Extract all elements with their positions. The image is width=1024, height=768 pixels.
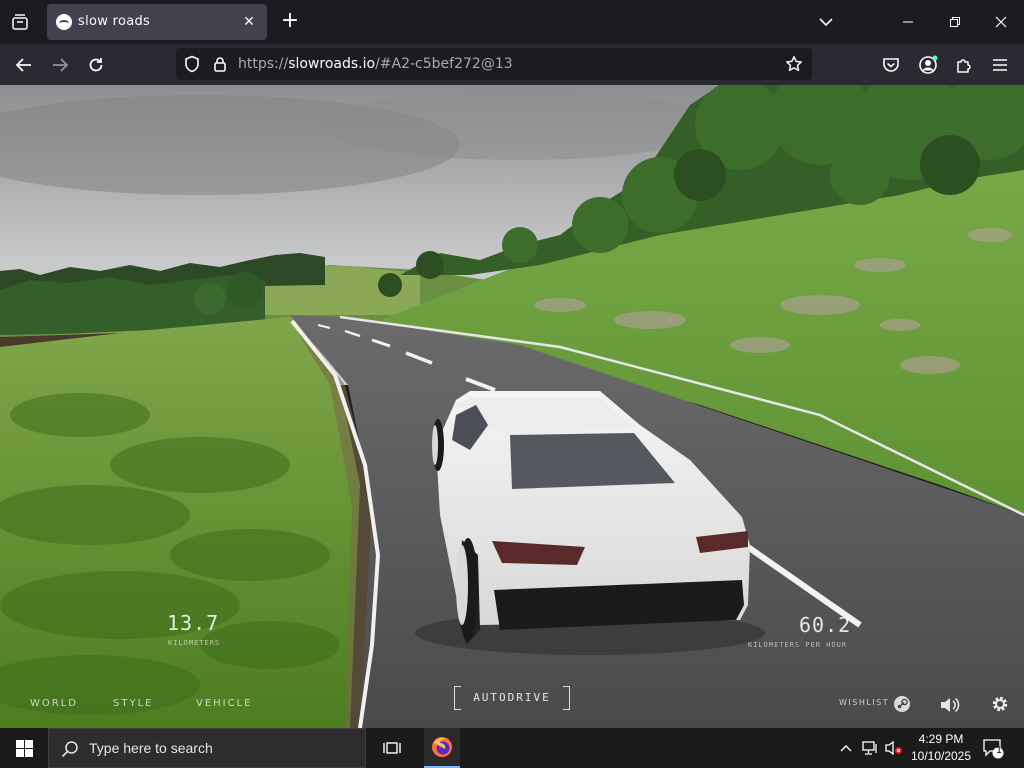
distance-unit: KILOMETERS	[168, 639, 221, 647]
slow-roads-favicon-icon	[56, 14, 72, 30]
list-all-tabs-chevron-down-icon[interactable]	[814, 10, 838, 34]
clock-date: 10/10/2025	[910, 749, 972, 763]
tab-title: slow roads	[78, 14, 151, 29]
url-path: /#A2-c5bef272@13	[375, 56, 513, 72]
menu-world[interactable]: WORLD	[30, 698, 78, 709]
task-view-icon[interactable]	[376, 728, 408, 768]
url-text[interactable]: https://slowroads.io/#A2-c5bef272@13	[238, 56, 513, 72]
clock-time: 4:29 PM	[918, 732, 964, 746]
restore-icon[interactable]	[943, 10, 967, 34]
bookmark-star-icon[interactable]	[784, 54, 804, 74]
new-tab-icon[interactable]: +	[278, 10, 302, 34]
autodrive-button[interactable]: AUTODRIVE	[454, 686, 570, 710]
tab-bar: slow roads ✕ +	[0, 0, 1024, 44]
minimize-icon[interactable]	[896, 10, 920, 34]
windows-start-icon[interactable]	[0, 728, 48, 768]
game-canvas[interactable]: 13.7 KILOMETERS 60.2 KILOMETERS PER HOUR…	[0, 85, 1024, 728]
show-hidden-icons-chevron-up-icon[interactable]	[838, 728, 854, 768]
menu-vehicle[interactable]: VEHICLE	[196, 698, 253, 709]
account-icon[interactable]	[915, 52, 941, 78]
speed-unit: KILOMETERS PER HOUR	[748, 641, 848, 649]
back-arrow-icon[interactable]	[11, 52, 37, 78]
search-placeholder: Type here to search	[89, 740, 213, 756]
driving-scene	[0, 85, 1024, 728]
windows-taskbar: Type here to search 4:29 PM 10/10/2025 1	[0, 728, 1024, 768]
url-scheme: https://	[238, 56, 289, 72]
notifications-icon[interactable]: 1	[980, 728, 1006, 768]
tracking-shield-icon[interactable]	[182, 54, 202, 74]
tab-list-icon[interactable]	[8, 10, 32, 34]
network-icon[interactable]	[861, 728, 881, 768]
url-host: slowroads.io	[288, 56, 376, 72]
close-window-icon[interactable]	[989, 10, 1013, 34]
reload-icon[interactable]	[83, 52, 109, 78]
distance-value: 13.7	[167, 611, 220, 635]
pocket-icon[interactable]	[878, 52, 904, 78]
wishlist-link[interactable]: WISHLIST	[839, 698, 889, 707]
taskbar-search-box[interactable]: Type here to search	[48, 728, 366, 768]
search-icon	[61, 740, 79, 762]
volume-icon[interactable]	[938, 694, 962, 716]
volume-muted-icon[interactable]	[884, 728, 904, 768]
menu-style[interactable]: STYLE	[113, 698, 153, 709]
firefox-taskbar-icon[interactable]	[424, 728, 460, 768]
speed-value: 60.2	[799, 613, 852, 637]
extensions-icon[interactable]	[951, 52, 977, 78]
settings-gear-icon[interactable]	[989, 693, 1011, 715]
notification-count: 1	[996, 745, 1002, 756]
forward-arrow-icon[interactable]	[47, 52, 73, 78]
menu-hamburger-icon[interactable]	[987, 52, 1013, 78]
lock-icon[interactable]	[210, 54, 230, 74]
navigation-toolbar: https://slowroads.io/#A2-c5bef272@13	[0, 44, 1024, 85]
address-bar[interactable]: https://slowroads.io/#A2-c5bef272@13	[176, 48, 812, 80]
tab-slow-roads[interactable]: slow roads ✕	[47, 4, 267, 40]
tab-close-icon[interactable]: ✕	[239, 12, 259, 32]
system-clock[interactable]: 4:29 PM 10/10/2025	[906, 731, 976, 765]
steam-icon[interactable]	[892, 694, 912, 714]
